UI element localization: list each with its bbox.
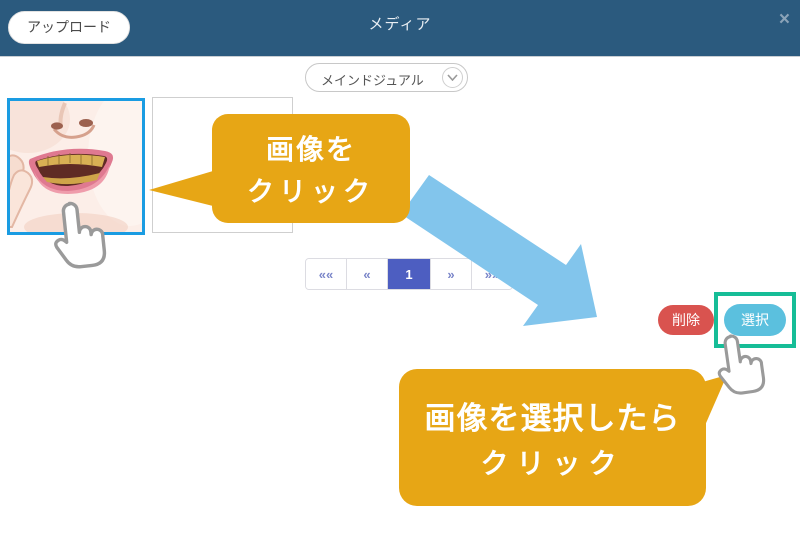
pagination-page-1[interactable]: 1 <box>388 259 431 289</box>
modal-title: メディア <box>0 13 800 34</box>
pagination-first[interactable]: «« <box>306 259 347 289</box>
arrow-down-right <box>401 175 597 326</box>
close-icon[interactable]: × <box>779 6 790 34</box>
category-select[interactable]: メインドジュアル <box>305 63 468 92</box>
image-thumbnail-selected[interactable] <box>7 98 145 235</box>
pagination-next[interactable]: » <box>431 259 472 289</box>
select-button[interactable]: 選択 <box>724 304 786 336</box>
teeth-photo <box>10 101 142 232</box>
annotation-text: 画像を選択したら <box>399 393 706 438</box>
annotation-text: クリック <box>212 170 410 209</box>
hand-cursor-icon <box>707 326 775 407</box>
annotation-text: 画像を <box>212 128 410 168</box>
pagination-last[interactable]: »» <box>472 259 512 289</box>
delete-button[interactable]: 削除 <box>658 305 714 335</box>
pagination-prev[interactable]: « <box>347 259 388 289</box>
category-select-value: メインドジュアル <box>321 70 424 89</box>
chevron-down-icon <box>442 67 463 88</box>
pagination: «« « 1 » »» <box>305 258 513 290</box>
annotation-text: クリック <box>399 442 706 482</box>
annotation-click-image: 画像を クリック <box>212 114 410 223</box>
modal-header: アップロード メディア × <box>0 0 800 57</box>
media-modal: アップロード メディア × メインドジュアル <box>0 0 800 533</box>
annotation-click-after-select: 画像を選択したら クリック <box>399 369 706 506</box>
